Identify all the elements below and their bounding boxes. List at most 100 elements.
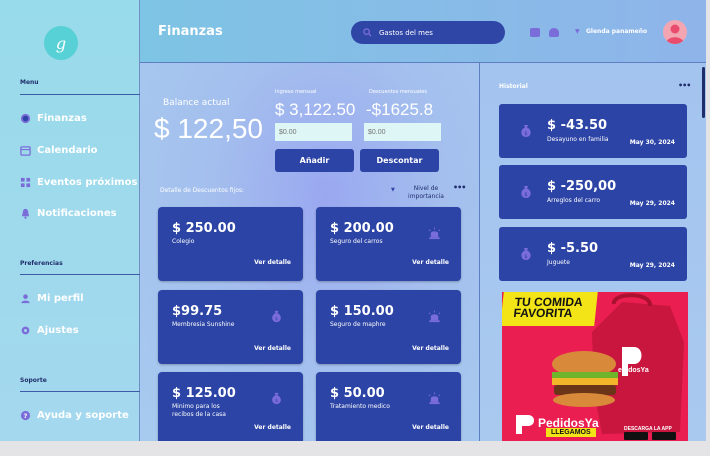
card-amount: $ 150.00 <box>330 304 394 319</box>
avatar[interactable] <box>663 20 687 44</box>
calendar-icon <box>20 146 31 156</box>
sidebar-item-label: Mi perfil <box>37 293 84 304</box>
income-value: $ 3,122.50 <box>275 100 356 119</box>
app-window: g Menu Finanzas Calendario Eventos próxi… <box>0 0 706 441</box>
sidebar: g Menu Finanzas Calendario Eventos próxi… <box>0 0 140 441</box>
card-name: Seguro del carros <box>330 238 383 245</box>
history-amount: $ -250,00 <box>547 179 617 194</box>
sidebar-item-perfil[interactable]: Mi perfil <box>20 293 84 304</box>
chevron-down-icon[interactable]: ▼ <box>391 187 395 193</box>
history-item[interactable]: $ $ -43.50 Desayuno en familia May 30, 2… <box>499 104 687 158</box>
sidebar-item-label: Finanzas <box>37 113 87 124</box>
sidebar-item-label: Ajustes <box>37 325 79 336</box>
discount-card[interactable]: $ 250.00 Colegio Ver detalle <box>158 207 303 281</box>
discount-card[interactable]: $ 50.00 Tratamiento medico Ver detalle <box>316 372 461 441</box>
sidebar-item-notificaciones[interactable]: Notificaciones <box>20 208 117 219</box>
dollar-circle-icon <box>20 113 31 124</box>
discount-card[interactable]: $ 150.00 Seguro de maphre Ver detalle <box>316 290 461 364</box>
card-name: Tratamiento medico <box>330 403 390 410</box>
card-amount: $ 250.00 <box>172 221 236 236</box>
discounts-label: Descuentos mensuales <box>369 89 427 95</box>
add-button[interactable]: Añadir <box>275 149 354 172</box>
view-detail-link[interactable]: Ver detalle <box>412 424 449 431</box>
income-amount-input[interactable] <box>275 123 352 141</box>
mail-icon[interactable] <box>530 28 540 37</box>
history-item[interactable]: $ $ -250,00 Arreglos del carro May 29, 2… <box>499 165 687 219</box>
sidebar-section-preferences: Preferencias <box>20 260 63 267</box>
help-icon: ? <box>20 410 31 421</box>
divider <box>20 391 140 392</box>
svg-text:$: $ <box>275 316 278 322</box>
sidebar-item-eventos[interactable]: Eventos próximos <box>20 177 137 188</box>
svg-text:$: $ <box>524 131 527 137</box>
bell-icon <box>21 208 30 219</box>
view-detail-link[interactable]: Ver detalle <box>254 259 291 266</box>
sidebar-item-finanzas[interactable]: Finanzas <box>20 113 87 124</box>
money-bag-icon: $ <box>521 248 531 260</box>
view-detail-link[interactable]: Ver detalle <box>412 259 449 266</box>
more-options-icon[interactable]: ••• <box>453 183 466 192</box>
user-name[interactable]: Glenda panameño <box>586 28 647 35</box>
card-name: Minimo para los recibos de la casa <box>172 403 226 418</box>
card-amount: $ 125.00 <box>172 386 236 401</box>
sidebar-item-calendario[interactable]: Calendario <box>20 145 98 156</box>
balance-value: $ 122,50 <box>154 113 263 144</box>
discount-card[interactable]: $ 125.00 Minimo para los recibos de la c… <box>158 372 303 441</box>
card-amount: $99.75 <box>172 304 223 319</box>
divider <box>20 274 140 275</box>
sidebar-item-label: Calendario <box>37 145 98 156</box>
sidebar-item-label: Notificaciones <box>37 208 117 219</box>
discounts-value: -$1625.8 <box>366 100 434 119</box>
bell-icon[interactable] <box>549 28 559 37</box>
money-bag-icon: $ <box>272 392 281 404</box>
ad-banner[interactable]: TU COMIDA FAVORITA edidosYa PedidosYa LL… <box>502 292 688 441</box>
importance-filter[interactable]: Nivel de importancia <box>403 185 449 201</box>
sidebar-item-ayuda[interactable]: ? Ayuda y soporte <box>20 410 129 421</box>
card-name: Seguro de maphre <box>330 321 386 328</box>
discount-amount-input[interactable] <box>364 123 441 141</box>
history-description: Arreglos del carro <box>547 197 601 204</box>
card-amount: $ 200.00 <box>330 221 394 236</box>
money-bag-icon: $ <box>521 186 531 198</box>
ad-download-label: DESCARGA LA APP <box>624 426 672 432</box>
sidebar-item-ajustes[interactable]: Ajustes <box>20 325 79 336</box>
user-avatar-icon <box>666 24 684 44</box>
discount-card[interactable]: $ 200.00 Seguro del carros Ver detalle <box>316 207 461 281</box>
app-logo[interactable]: g <box>44 26 78 60</box>
svg-text:$: $ <box>524 254 527 260</box>
page-title: Finanzas <box>158 24 223 39</box>
grid-icon <box>20 177 31 188</box>
search-input[interactable]: Gastos del mes <box>351 21 505 44</box>
view-detail-link[interactable]: Ver detalle <box>412 345 449 352</box>
siren-icon <box>428 227 441 240</box>
view-detail-link[interactable]: Ver detalle <box>254 424 291 431</box>
history-description: Desayuno en familia <box>547 136 609 143</box>
income-label: Ingreso mensual <box>275 89 317 95</box>
sidebar-section-support: Soporte <box>20 377 47 384</box>
sidebar-item-label: Ayuda y soporte <box>37 410 129 421</box>
history-description: Juguete <box>547 259 570 266</box>
search-icon <box>363 28 372 37</box>
chevron-down-icon[interactable]: ▼ <box>575 28 580 35</box>
history-amount: $ -43.50 <box>547 118 608 133</box>
discount-card[interactable]: $99.75 Membresia Sunshine $ Ver detalle <box>158 290 303 364</box>
view-detail-link[interactable]: Ver detalle <box>254 345 291 352</box>
svg-text:$: $ <box>275 398 278 404</box>
history-amount: $ -5.50 <box>547 241 599 256</box>
svg-text:edidosYa: edidosYa <box>618 367 649 374</box>
card-amount: $ 50.00 <box>330 386 385 401</box>
more-options-icon[interactable]: ••• <box>678 81 691 90</box>
history-title: Historial <box>499 83 528 90</box>
balance-label: Balance actual <box>163 98 230 108</box>
user-icon <box>21 294 30 304</box>
money-bag-icon: $ <box>272 310 281 322</box>
siren-icon <box>428 392 441 405</box>
siren-icon <box>428 310 441 323</box>
history-scrollbar[interactable] <box>702 67 705 118</box>
svg-text:$: $ <box>524 192 527 198</box>
history-item[interactable]: $ $ -5.50 Juguete May 29, 2024 <box>499 227 687 281</box>
history-date: May 30, 2024 <box>629 139 675 146</box>
discount-button[interactable]: Descontar <box>360 149 439 172</box>
sidebar-item-label: Eventos próximos <box>37 177 138 188</box>
main-panel: Balance actual $ 122,50 Ingreso mensual … <box>140 63 480 441</box>
